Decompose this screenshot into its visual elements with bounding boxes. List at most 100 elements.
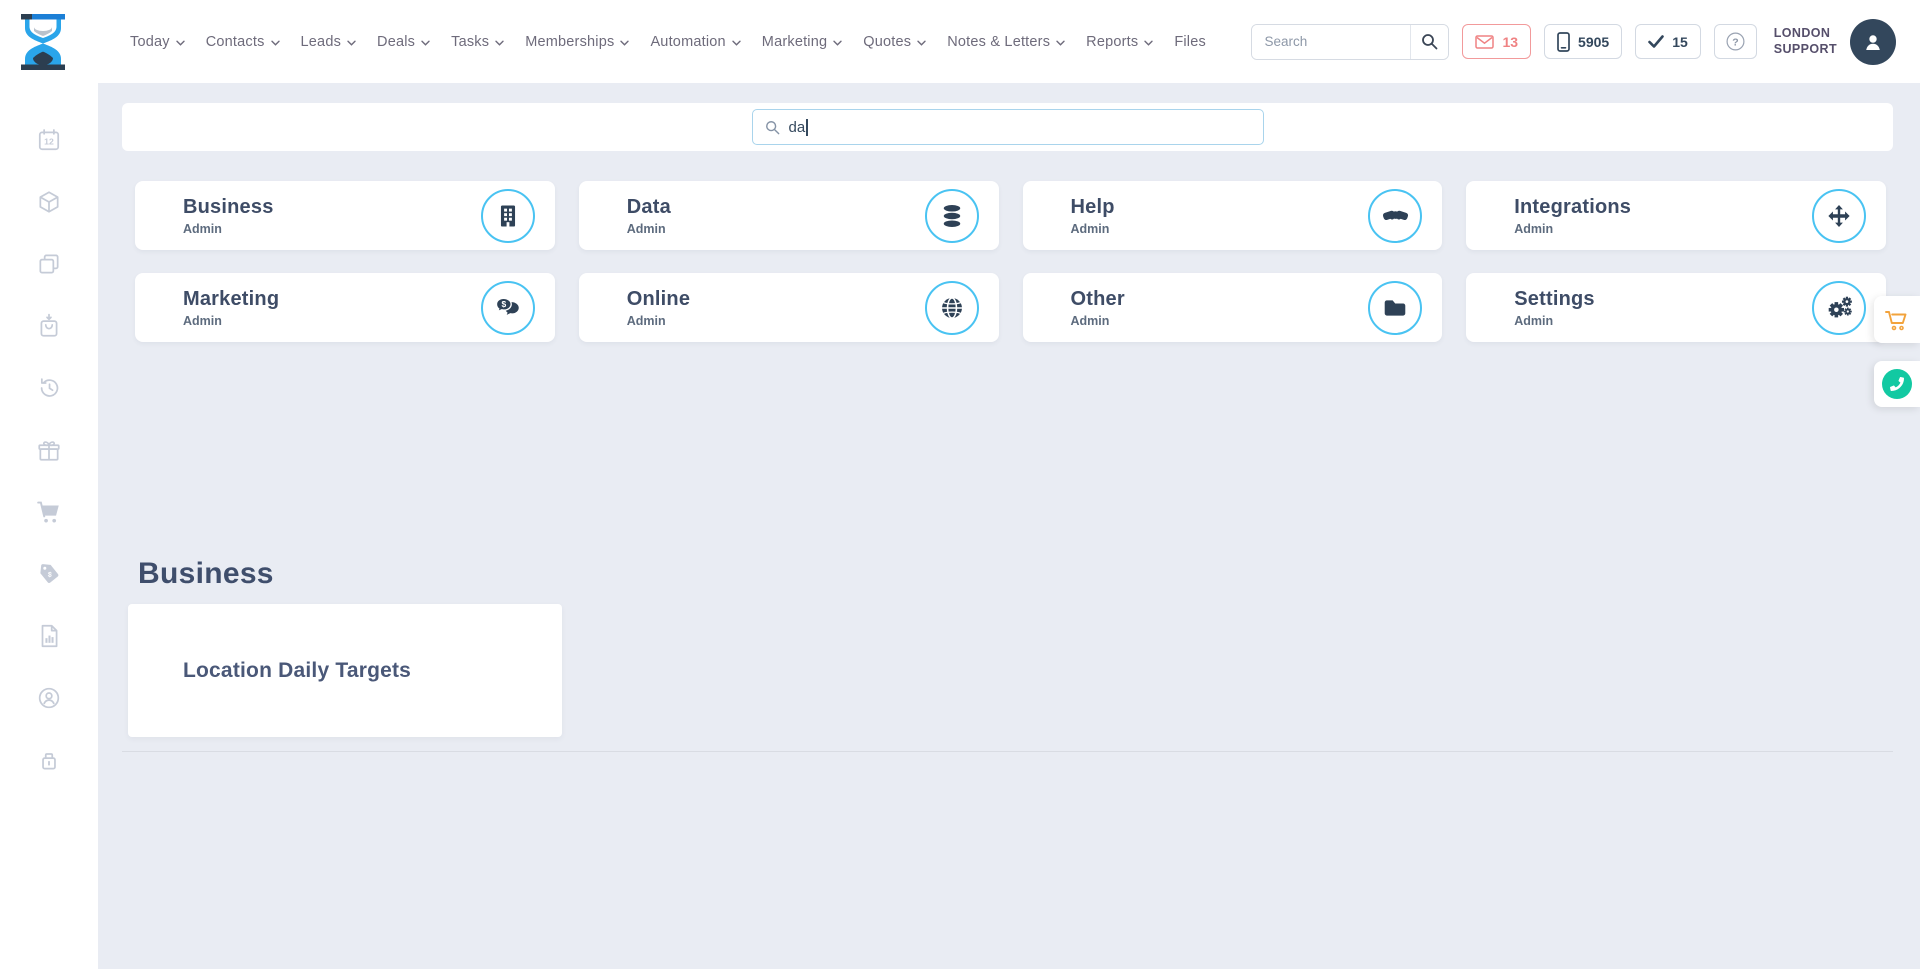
card-text: Other Admin	[1071, 288, 1369, 328]
card-icon-circle	[925, 189, 979, 243]
nav-item-reports[interactable]: Reports	[1086, 34, 1153, 50]
check-icon	[1648, 35, 1664, 48]
card-text: Data Admin	[627, 196, 925, 236]
card-marketing-admin[interactable]: Marketing Admin $	[135, 273, 555, 342]
global-search-input[interactable]	[1252, 25, 1410, 59]
user-icon	[1861, 30, 1885, 54]
svg-text:$: $	[502, 299, 507, 309]
nav-item-automation[interactable]: Automation	[650, 34, 740, 50]
admin-search-input[interactable]: da	[752, 109, 1264, 145]
svg-text:12: 12	[44, 137, 54, 147]
nav-label: Quotes	[863, 34, 911, 50]
nav-label: Files	[1174, 34, 1206, 50]
copy-icon[interactable]	[36, 251, 62, 277]
page: Today Contacts Leads Deals Tasks Members…	[0, 0, 1920, 969]
user-name-line2: SUPPORT	[1774, 42, 1837, 58]
mail-count: 13	[1502, 34, 1518, 50]
nav-item-files[interactable]: Files	[1174, 34, 1206, 50]
phone-badge[interactable]: 5905	[1544, 24, 1622, 59]
nav-label: Automation	[650, 34, 725, 50]
question-icon: ?	[1726, 32, 1745, 51]
section-title: Business	[138, 557, 1920, 591]
card-data-admin[interactable]: Data Admin	[579, 181, 999, 250]
history-icon[interactable]	[36, 375, 62, 401]
nav-item-notes-letters[interactable]: Notes & Letters	[947, 34, 1065, 50]
card-other-admin[interactable]: Other Admin	[1023, 273, 1443, 342]
nav-item-marketing[interactable]: Marketing	[762, 34, 842, 50]
card-text: Help Admin	[1071, 196, 1369, 236]
card-text: Integrations Admin	[1514, 196, 1812, 236]
svg-text:?: ?	[1732, 36, 1738, 48]
tasks-badge[interactable]: 15	[1635, 24, 1701, 59]
help-badge[interactable]: ?	[1714, 24, 1757, 59]
calendar-12-icon[interactable]: 12	[36, 127, 62, 153]
user-circle-icon[interactable]	[36, 685, 62, 711]
nav-label: Contacts	[206, 34, 265, 50]
nav-item-deals[interactable]: Deals	[377, 34, 430, 50]
nav-label: Deals	[377, 34, 415, 50]
card-title: Other	[1071, 288, 1369, 311]
nav-item-today[interactable]: Today	[130, 34, 185, 50]
card-title: Integrations	[1514, 196, 1812, 219]
card-subtitle: Admin	[1071, 222, 1369, 236]
search-icon	[1421, 33, 1438, 50]
nav-item-contacts[interactable]: Contacts	[206, 34, 280, 50]
card-integrations-admin[interactable]: Integrations Admin	[1466, 181, 1886, 250]
chevron-down-icon	[271, 40, 280, 46]
gift-icon[interactable]	[36, 437, 62, 463]
hourglass-logo-icon[interactable]	[20, 13, 66, 71]
card-title: Help	[1071, 196, 1369, 219]
search-icon	[765, 120, 780, 135]
building-icon	[495, 203, 521, 229]
call-edge-widget[interactable]	[1874, 361, 1920, 407]
card-icon-circle	[1812, 281, 1866, 335]
left-sidebar: 12 $	[0, 83, 98, 969]
phone-icon	[1890, 377, 1904, 391]
search-submit-button[interactable]	[1410, 25, 1448, 59]
bag-receive-icon[interactable]	[36, 313, 62, 339]
card-subtitle: Admin	[1071, 314, 1369, 328]
mobile-icon	[1557, 32, 1570, 52]
card-icon-circle	[1368, 189, 1422, 243]
nav-label: Marketing	[762, 34, 827, 50]
result-location-daily-targets[interactable]: Location Daily Targets	[128, 604, 562, 737]
card-text: Online Admin	[627, 288, 925, 328]
section-divider	[122, 751, 1893, 752]
globe-icon	[939, 295, 965, 321]
cube-icon[interactable]	[36, 189, 62, 215]
cart-edge-widget[interactable]	[1874, 296, 1920, 343]
top-bar: Today Contacts Leads Deals Tasks Members…	[0, 0, 1920, 83]
nav-label: Today	[130, 34, 170, 50]
nav-label: Leads	[301, 34, 342, 50]
main-nav: Today Contacts Leads Deals Tasks Members…	[130, 34, 1206, 50]
avatar[interactable]	[1850, 19, 1896, 65]
nav-item-tasks[interactable]: Tasks	[451, 34, 504, 50]
nav-item-quotes[interactable]: Quotes	[863, 34, 926, 50]
card-title: Business	[183, 196, 481, 219]
top-right-controls: 13 5905 15 ? LONDON SUPPORT	[1251, 19, 1896, 65]
mail-badge[interactable]: 13	[1462, 24, 1531, 59]
card-subtitle: Admin	[1514, 314, 1812, 328]
chevron-down-icon	[620, 40, 629, 46]
card-icon-circle	[1368, 281, 1422, 335]
nav-label: Reports	[1086, 34, 1138, 50]
gears-icon	[1826, 294, 1853, 321]
card-online-admin[interactable]: Online Admin	[579, 273, 999, 342]
card-settings-admin[interactable]: Settings Admin	[1466, 273, 1886, 342]
nav-item-leads[interactable]: Leads	[301, 34, 357, 50]
card-help-admin[interactable]: Help Admin	[1023, 181, 1443, 250]
card-business-admin[interactable]: Business Admin	[135, 181, 555, 250]
lock-icon[interactable]	[36, 747, 62, 773]
comments-dollar-icon: $	[494, 294, 521, 321]
folder-icon	[1382, 295, 1408, 321]
global-search	[1251, 24, 1449, 60]
handshake-icon	[1382, 202, 1409, 229]
nav-item-memberships[interactable]: Memberships	[525, 34, 629, 50]
report-file-icon[interactable]	[36, 623, 62, 649]
price-tag-icon[interactable]: $	[36, 561, 62, 587]
cart-filled-icon[interactable]	[36, 499, 62, 525]
database-icon	[939, 203, 965, 229]
admin-search-panel: da	[122, 103, 1893, 151]
main-content: da Business Admin Data	[98, 83, 1920, 969]
call-circle	[1882, 369, 1912, 399]
